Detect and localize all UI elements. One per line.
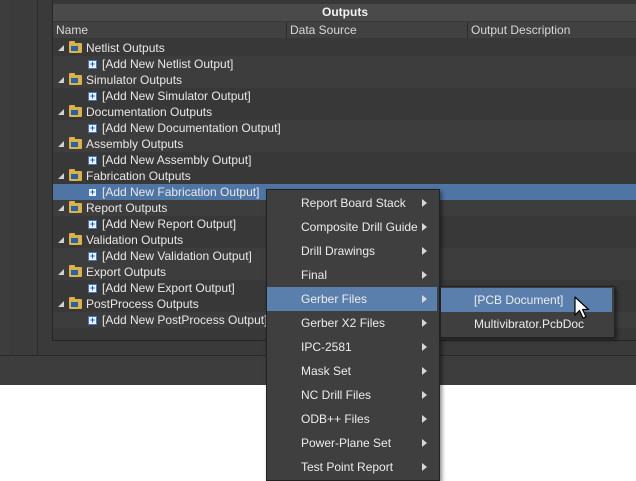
column-header-data-source[interactable]: Data Source <box>287 22 468 38</box>
collapse-triangle-icon[interactable] <box>58 109 64 115</box>
context-menu-item[interactable]: Gerber Files <box>267 287 437 311</box>
tree-group-label: Netlist Outputs <box>86 41 165 55</box>
menu-item-label: ODB++ Files <box>301 412 370 426</box>
submenu-arrow-icon <box>422 415 427 423</box>
tree-item-label: [Add New Netlist Output] <box>102 57 234 71</box>
column-header-name[interactable]: Name <box>53 22 287 38</box>
menu-item-label: NC Drill Files <box>301 388 371 402</box>
menu-item-label: Composite Drill Guide <box>301 220 418 234</box>
submenu-arrow-icon <box>422 247 427 255</box>
submenu-arrow-icon <box>422 223 427 231</box>
add-output-icon: + <box>88 219 97 229</box>
submenu-arrow-icon <box>422 271 427 279</box>
menu-item-label: Final <box>301 268 328 282</box>
submenu-arrow-icon <box>422 319 427 327</box>
outputs-title: Outputs <box>53 4 636 21</box>
folder-icon <box>69 105 82 117</box>
context-menu-item[interactable]: Drill Drawings <box>267 239 437 263</box>
submenu-arrow-icon <box>422 295 427 303</box>
folder-icon <box>69 169 82 181</box>
tree-item-row[interactable]: + [Add New Netlist Output] <box>53 56 636 72</box>
tree-item-row[interactable]: + [Add New Assembly Output] <box>53 152 636 168</box>
tree-item-row[interactable]: + [Add New Simulator Output] <box>53 88 636 104</box>
tree-item-label: [Add New Assembly Output] <box>102 153 252 167</box>
tree-item-label: [Add New Fabrication Output] <box>102 185 260 199</box>
tree-group-label: Assembly Outputs <box>86 137 184 151</box>
tree-group-label: Export Outputs <box>86 265 167 279</box>
submenu-arrow-icon <box>422 439 427 447</box>
tree-item-label: [Add New Documentation Output] <box>102 121 281 135</box>
context-menu-item[interactable]: IPC-2581 <box>267 335 437 359</box>
collapse-triangle-icon[interactable] <box>58 45 64 51</box>
left-panel-strip <box>0 0 10 355</box>
context-menu-item[interactable]: Mask Set <box>267 359 437 383</box>
tree-group-row[interactable]: Documentation Outputs <box>53 104 636 120</box>
context-menu-item[interactable]: Test Point Report <box>267 455 437 479</box>
menu-item-label: Gerber Files <box>301 292 368 306</box>
tree-item-row[interactable]: + [Add New Documentation Output] <box>53 120 636 136</box>
tree-item-label: [Add New PostProcess Output] <box>102 313 268 327</box>
submenu-arrow-icon <box>422 343 427 351</box>
submenu-arrow-icon <box>422 391 427 399</box>
add-output-icon: + <box>88 187 97 197</box>
menu-item-label: Drill Drawings <box>301 244 376 258</box>
tree-group-label: Fabrication Outputs <box>86 169 191 183</box>
tree-group-row[interactable]: Netlist Outputs <box>53 40 636 56</box>
context-menu-item[interactable]: Composite Drill Guide <box>267 215 437 239</box>
submenu-item-label: Multivibrator.PcbDoc <box>474 317 585 331</box>
tree-group-label: Simulator Outputs <box>86 73 183 87</box>
folder-icon <box>69 41 82 53</box>
tree-item-label: [Add New Simulator Output] <box>102 89 251 103</box>
add-output-icon: + <box>88 315 97 325</box>
tree-group-label: PostProcess Outputs <box>86 297 199 311</box>
submenu-arrow-icon <box>422 199 427 207</box>
folder-icon <box>69 233 82 245</box>
tree-item-label: [Add New Report Output] <box>102 217 237 231</box>
menu-item-label: Power-Plane Set <box>301 436 392 450</box>
context-menu-item[interactable]: Final <box>267 263 437 287</box>
collapse-triangle-icon[interactable] <box>58 269 64 275</box>
folder-icon <box>69 137 82 149</box>
context-menu-item[interactable]: NC Drill Files <box>267 383 437 407</box>
menu-item-label: Mask Set <box>301 364 352 378</box>
collapse-triangle-icon[interactable] <box>58 205 64 211</box>
context-menu: Report Board Stack Composite Drill Guide D… <box>266 189 440 481</box>
tree-group-label: Documentation Outputs <box>86 105 213 119</box>
menu-item-label: Report Board Stack <box>301 196 406 210</box>
add-output-icon: + <box>88 59 97 69</box>
context-menu-item[interactable]: ODB++ Files <box>267 407 437 431</box>
collapse-triangle-icon[interactable] <box>58 301 64 307</box>
add-output-icon: + <box>88 283 97 293</box>
folder-icon <box>69 297 82 309</box>
context-menu-item[interactable]: Power-Plane Set <box>267 431 437 455</box>
menu-item-label: IPC-2581 <box>301 340 352 354</box>
collapse-triangle-icon[interactable] <box>58 77 64 83</box>
submenu-item-label: [PCB Document] <box>474 293 564 307</box>
column-header-output-description[interactable]: Output Description <box>468 22 636 38</box>
tree-group-label: Validation Outputs <box>86 233 184 247</box>
tree-group-label: Report Outputs <box>86 201 168 215</box>
context-menu-item[interactable]: Gerber X2 Files <box>267 311 437 335</box>
folder-icon <box>69 73 82 85</box>
tree-group-row[interactable]: Simulator Outputs <box>53 72 636 88</box>
context-menu-item[interactable]: Report Board Stack <box>267 191 437 215</box>
collapse-triangle-icon[interactable] <box>58 173 64 179</box>
submenu-arrow-icon <box>422 367 427 375</box>
folder-icon <box>69 201 82 213</box>
add-output-icon: + <box>88 251 97 261</box>
menu-item-label: Gerber X2 Files <box>301 316 386 330</box>
add-output-icon: + <box>88 123 97 133</box>
tree-item-label: [Add New Validation Output] <box>102 249 252 263</box>
tree-group-row[interactable]: Fabrication Outputs <box>53 168 636 184</box>
submenu-arrow-icon <box>422 463 427 471</box>
collapse-triangle-icon[interactable] <box>58 141 64 147</box>
tree-item-label: [Add New Export Output] <box>102 281 235 295</box>
menu-item-label: Test Point Report <box>301 460 394 474</box>
add-output-icon: + <box>88 91 97 101</box>
collapse-triangle-icon[interactable] <box>58 237 64 243</box>
tree-group-row[interactable]: Assembly Outputs <box>53 136 636 152</box>
add-output-icon: + <box>88 155 97 165</box>
mouse-pointer-icon <box>574 296 590 319</box>
folder-icon <box>69 265 82 277</box>
